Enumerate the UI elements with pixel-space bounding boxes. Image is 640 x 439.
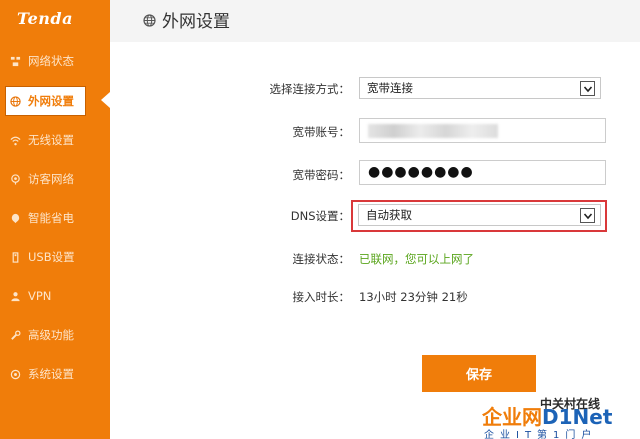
connection-type-select[interactable]: 宽带连接 — [359, 77, 601, 99]
wifi-icon — [9, 134, 21, 146]
uptime-label: 接入时长： — [292, 290, 351, 304]
vpn-icon — [9, 290, 21, 302]
password-input[interactable]: ●●●●●●●● — [359, 160, 606, 185]
sidebar-item-usb[interactable]: USB设置 — [0, 242, 110, 272]
password-value: ●●●●●●●● — [368, 164, 474, 180]
sidebar-item-power-save[interactable]: 智能省电 — [0, 203, 110, 233]
connection-type-value: 宽带连接 — [367, 81, 413, 95]
guest-network-icon — [9, 173, 21, 185]
dns-select[interactable]: 自动获取 — [358, 204, 601, 226]
sidebar-item-wan-settings[interactable]: 外网设置 — [0, 86, 110, 116]
settings-icon — [9, 368, 21, 380]
sidebar-item-label: 无线设置 — [28, 133, 74, 147]
active-indicator-arrow — [101, 92, 110, 108]
sidebar-item-guest-network[interactable]: 访客网络 — [0, 164, 110, 194]
sidebar-item-label: USB设置 — [28, 250, 75, 264]
status-label: 连接状态： — [292, 252, 351, 266]
password-label: 宽带密码： — [292, 168, 351, 182]
sidebar-item-vpn[interactable]: VPN — [0, 281, 110, 311]
sidebar-item-label: 系统设置 — [28, 367, 74, 381]
sidebar-item-system[interactable]: 系统设置 — [0, 359, 110, 389]
page-title: 外网设置 — [162, 12, 230, 32]
sidebar-item-label: VPN — [28, 289, 52, 303]
sidebar-item-label: 外网设置 — [28, 94, 74, 108]
save-button[interactable]: 保存 — [422, 355, 536, 392]
account-redacted — [368, 124, 498, 138]
power-save-icon — [9, 212, 21, 224]
sidebar-item-label: 网络状态 — [28, 54, 74, 68]
sidebar-item-network-status[interactable]: 网络状态 — [0, 46, 110, 76]
connection-type-label: 选择连接方式： — [269, 82, 351, 96]
dns-label: DNS设置： — [290, 209, 350, 223]
sidebar-item-label: 智能省电 — [28, 211, 74, 225]
sidebar-item-label: 访客网络 — [28, 172, 74, 186]
sidebar-item-label: 高级功能 — [28, 328, 74, 342]
usb-icon — [9, 251, 21, 263]
network-status-icon — [9, 55, 21, 67]
globe-icon — [9, 95, 21, 107]
tools-icon — [9, 329, 21, 341]
dns-value: 自动获取 — [366, 208, 412, 222]
sidebar-item-advanced[interactable]: 高级功能 — [0, 320, 110, 350]
watermark-logo: 中关村在线 企业网D1Net 企业IT第1门户 — [476, 395, 640, 439]
chevron-down-icon — [580, 208, 595, 223]
globe-icon — [143, 12, 156, 27]
sidebar: Tenda 网络状态 外网设置 无线设置 访客网络 智能省电 USB设置 VPN… — [0, 0, 110, 439]
account-label: 宽带账号： — [292, 125, 351, 139]
sidebar-item-wireless[interactable]: 无线设置 — [0, 125, 110, 155]
watermark-sub-text: 企业IT第1门户 — [484, 430, 598, 439]
account-input[interactable] — [359, 118, 606, 143]
status-value: 已联网，您可以上网了 — [359, 252, 474, 266]
tenda-logo: Tenda — [17, 9, 73, 28]
uptime-value: 13小时 23分钟 21秒 — [359, 290, 468, 304]
chevron-down-icon — [580, 81, 595, 96]
